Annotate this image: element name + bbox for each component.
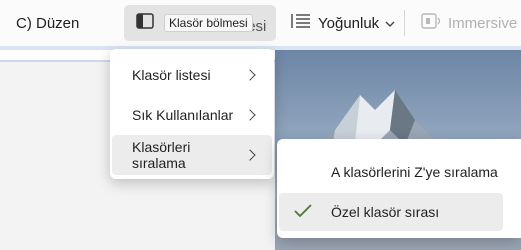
submenu-item-sort-a-z[interactable]: A klasörlerini Z'ye sıralama [279,153,521,191]
chevron-right-icon [244,109,256,121]
folder-pane-button[interactable]: Klasör bölmesi Klasör bölmesi [124,5,276,41]
edit-button[interactable]: C) Düzen [16,0,79,46]
ribbon-divider [404,10,405,36]
density-button[interactable]: Yoğunluk [290,0,395,46]
chevron-down-icon [385,15,395,32]
density-label: Yoğunluk [318,14,380,32]
density-icon [290,11,312,35]
edit-label: C) Düzen [16,14,80,32]
menu-item-label: Klasörleri sıralama [132,139,191,171]
immersive-reader-label: Immersive [448,14,518,32]
menu-item-sort-folders[interactable]: Klasörleri sıralama [112,135,272,175]
menu-item-folder-list[interactable]: Klasör listesi [112,55,272,95]
ribbon: C) Düzen Klasör bölmesi Klasör bölmesi Y… [0,0,521,46]
immersive-reader-button[interactable]: Immersive [420,0,517,46]
checkmark-icon [293,202,313,223]
chevron-right-icon [244,149,256,161]
chevron-right-icon [244,69,256,81]
submenu-item-label: Özel klasör sırası [331,204,440,220]
submenu-item-label: A klasörlerini Z'ye sıralama [331,164,498,180]
submenu-item-custom-order[interactable]: Özel klasör sırası [279,193,503,231]
immersive-reader-icon [420,11,442,35]
folder-pane-icon [136,12,154,34]
menu-item-label: Sık Kullanılanlar [132,107,234,123]
folder-pane-menu: Klasör listesi Sık Kullanılanlar Klasörl… [110,49,274,179]
folder-pane-tooltip: Klasör bölmesi [164,14,253,32]
sort-folders-submenu: A klasörlerini Z'ye sıralama Özel klasör… [277,139,521,238]
menu-item-favorites[interactable]: Sık Kullanılanlar [112,95,272,135]
menu-item-label: Klasör listesi [132,67,211,83]
